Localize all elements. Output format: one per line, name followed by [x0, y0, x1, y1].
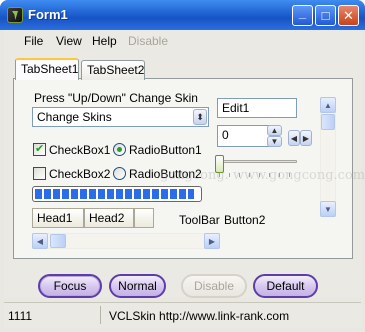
header-section-head2[interactable]: Head2: [84, 208, 134, 228]
right-arrow-button[interactable]: ▶: [300, 130, 312, 146]
focus-button[interactable]: Focus: [38, 274, 102, 298]
spin-down-button[interactable]: ▼: [267, 136, 282, 147]
header-label: Head2: [89, 211, 125, 225]
window-title: Form1: [28, 7, 68, 22]
checkbox1[interactable]: ✔: [33, 143, 46, 156]
check-icon: ✔: [35, 143, 45, 155]
checkbox2[interactable]: [33, 167, 46, 180]
status-panel-1: 1111: [8, 309, 33, 323]
scroll-down-button[interactable]: ▼: [320, 201, 336, 217]
close-icon: ✕: [343, 8, 354, 23]
disable-button: Disable: [181, 274, 247, 298]
maximize-button[interactable]: □: [315, 5, 336, 26]
radiobutton2[interactable]: [113, 167, 126, 180]
normal-button-label: Normal: [118, 279, 157, 293]
tab-tabsheet1[interactable]: TabSheet1: [15, 58, 79, 80]
menu-disable: Disable: [128, 34, 169, 48]
spin-up-button[interactable]: ▲: [267, 125, 282, 136]
scroll-right-button[interactable]: ▶: [204, 233, 220, 249]
progress-fill: [35, 189, 195, 199]
skin-instruction-label: Press "Up/Down" Change Skin: [34, 91, 198, 105]
tab-label: TabSheet1: [21, 62, 79, 76]
normal-button[interactable]: Normal: [109, 274, 166, 298]
header-label: Head1: [37, 211, 73, 225]
menu-help[interactable]: Help: [92, 34, 117, 48]
default-button-label: Default: [266, 279, 305, 293]
combo-updown-icon[interactable]: ⬍: [193, 109, 207, 125]
progress-bar: [32, 186, 202, 202]
scroll-left-button[interactable]: ◀: [32, 233, 48, 249]
menu-view[interactable]: View: [56, 34, 82, 48]
skin-combo-value: Change Skins: [37, 110, 112, 124]
watermark-text: gongcong. www.gongcong.com: [160, 168, 365, 183]
scroll-up-button[interactable]: ▲: [320, 97, 336, 113]
checkbox1-label: CheckBox1: [49, 143, 111, 157]
left-arrow-button[interactable]: ◀: [288, 130, 300, 146]
spin-value: 0: [222, 128, 229, 142]
radiobutton1-label: RadioButton1: [129, 143, 202, 157]
tab-tabsheet2[interactable]: TabSheet2: [81, 60, 145, 80]
app-icon: [7, 7, 23, 23]
close-button[interactable]: ✕: [338, 5, 359, 26]
skin-combo[interactable]: Change Skins: [32, 107, 209, 127]
default-button[interactable]: Default: [253, 274, 318, 298]
radiobutton1[interactable]: [113, 143, 126, 156]
tab-label: TabSheet2: [87, 63, 145, 77]
vertical-scroll-thumb[interactable]: [321, 114, 335, 130]
minimize-button[interactable]: _: [292, 5, 313, 26]
toolbar-label: ToolBar: [179, 213, 220, 227]
status-panel-2: VCLSkin http://www.link-rank.com: [109, 309, 290, 323]
horizontal-scroll-thumb[interactable]: [50, 234, 66, 248]
maximize-icon: □: [321, 8, 330, 23]
edit1-value: Edit1: [222, 101, 250, 115]
header-section-head1[interactable]: Head1: [32, 208, 84, 228]
trackbar-track[interactable]: [217, 160, 297, 163]
disable-button-label: Disable: [193, 279, 235, 293]
focus-button-label: Focus: [53, 279, 87, 293]
header-section-empty[interactable]: [134, 208, 154, 228]
status-separator: [100, 306, 101, 324]
minimize-icon: _: [298, 5, 307, 20]
menu-file[interactable]: File: [24, 34, 43, 48]
button2[interactable]: Button2: [224, 213, 265, 227]
checkbox2-label: CheckBox2: [49, 167, 111, 181]
edit1-field[interactable]: Edit1: [217, 98, 297, 118]
